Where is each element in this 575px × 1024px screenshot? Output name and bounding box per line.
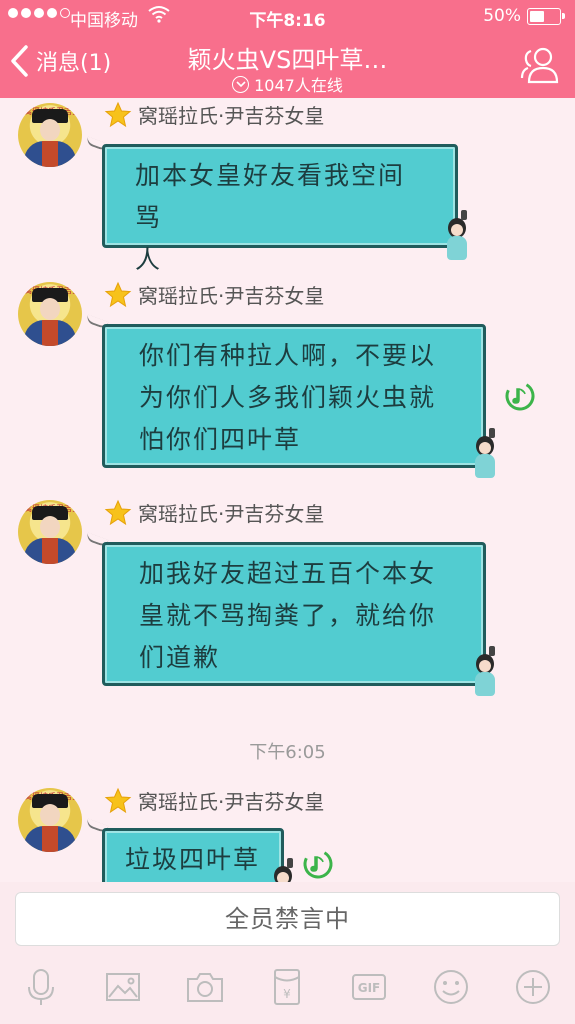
sender-name: 窝瑶拉氏·尹吉芬女皇 xyxy=(104,786,324,815)
battery-percent: 50% xyxy=(483,6,521,26)
gif-button[interactable]: GIF xyxy=(346,964,392,1010)
sender-name: 窝瑶拉氏·尹吉芬女皇 xyxy=(104,100,324,129)
sender-name-label: 窝瑶拉氏·尹吉芬女皇 xyxy=(138,502,325,526)
chat-title[interactable]: 颖火虫VS四叶草… xyxy=(0,40,575,75)
bubble-decoration-icon xyxy=(472,428,498,480)
message-line: 加我好友超过五百个本女 xyxy=(139,559,437,588)
chevron-down-icon xyxy=(232,75,250,93)
avatar[interactable]: 窝瑶拉氏尹吉芬 xyxy=(18,282,82,346)
online-count[interactable]: 1047人在线 xyxy=(0,72,575,96)
message-line: 加本女皇好友看我空间骂 xyxy=(135,161,406,232)
star-icon xyxy=(104,281,132,307)
muted-input-field[interactable]: 全员禁言中 xyxy=(15,892,560,946)
emoji-button[interactable] xyxy=(428,964,474,1010)
star-icon xyxy=(104,499,132,525)
message-timestamp: 下午6:05 xyxy=(249,742,326,763)
star-icon xyxy=(104,787,132,813)
camera-icon xyxy=(187,973,223,1002)
gif-label: GIF xyxy=(358,981,381,995)
message-line: 怕你们四叶草 xyxy=(139,425,302,454)
battery-icon xyxy=(527,8,565,25)
star-icon xyxy=(104,101,132,127)
image-button[interactable] xyxy=(100,964,146,1010)
sender-name-label: 窝瑶拉氏·尹吉芬女皇 xyxy=(138,104,325,128)
red-packet-button[interactable]: ¥ xyxy=(264,964,310,1010)
message-line: 你们有种拉人啊，不要以 xyxy=(139,341,437,370)
message-line: 们道歉 xyxy=(139,643,221,672)
message-bubble[interactable]: 加本女皇好友看我空间骂 人 xyxy=(102,144,458,274)
group-members-icon[interactable] xyxy=(519,44,561,84)
message-line: 皇就不骂掏粪了，就给你 xyxy=(139,601,437,630)
input-toolbar: ¥ GIF xyxy=(0,960,575,1016)
microphone-icon xyxy=(28,969,54,1005)
message-bubble[interactable]: 加我好友超过五百个本女 皇就不骂掏粪了，就给你 们道歉 xyxy=(102,542,486,686)
more-button[interactable] xyxy=(510,964,556,1010)
avatar[interactable]: 窝瑶拉氏尹吉芬 xyxy=(18,103,82,167)
gif-icon: GIF xyxy=(352,974,386,1000)
red-packet-label: ¥ xyxy=(283,987,291,1001)
message-line: 为你们人多我们颖火虫就 xyxy=(139,383,437,412)
top-bar: 中国移动 下午8:16 50% 消息(1) 颖火虫VS四叶草… 1047人在线 xyxy=(0,0,575,98)
avatar[interactable]: 窝瑶拉氏尹吉芬 xyxy=(18,500,82,564)
online-label: 1047人在线 xyxy=(254,76,343,95)
sender-name-label: 窝瑶拉氏·尹吉芬女皇 xyxy=(138,284,325,308)
message-bubble[interactable]: 你们有种拉人啊，不要以 为你们人多我们颖火虫就 怕你们四叶草 xyxy=(102,324,486,468)
plus-icon xyxy=(516,970,550,1004)
camera-button[interactable] xyxy=(182,964,228,1010)
image-icon xyxy=(106,973,140,1001)
voice-play-icon[interactable] xyxy=(302,848,334,880)
message-line: 垃圾四叶草 xyxy=(125,845,261,874)
sender-name: 窝瑶拉氏·尹吉芬女皇 xyxy=(104,498,324,527)
red-packet-icon: ¥ xyxy=(274,969,300,1005)
sender-name-label: 窝瑶拉氏·尹吉芬女皇 xyxy=(138,790,325,814)
status-bar: 中国移动 下午8:16 50% xyxy=(0,0,575,32)
sender-name: 窝瑶拉氏·尹吉芬女皇 xyxy=(104,280,324,309)
voice-input-button[interactable] xyxy=(18,964,64,1010)
smiley-icon xyxy=(434,970,468,1004)
voice-play-icon[interactable] xyxy=(504,380,536,412)
avatar[interactable]: 窝瑶拉氏尹吉芬 xyxy=(18,788,82,852)
message-line: 人 xyxy=(135,245,163,274)
bubble-decoration-icon xyxy=(444,210,470,262)
bubble-decoration-icon xyxy=(472,646,498,698)
